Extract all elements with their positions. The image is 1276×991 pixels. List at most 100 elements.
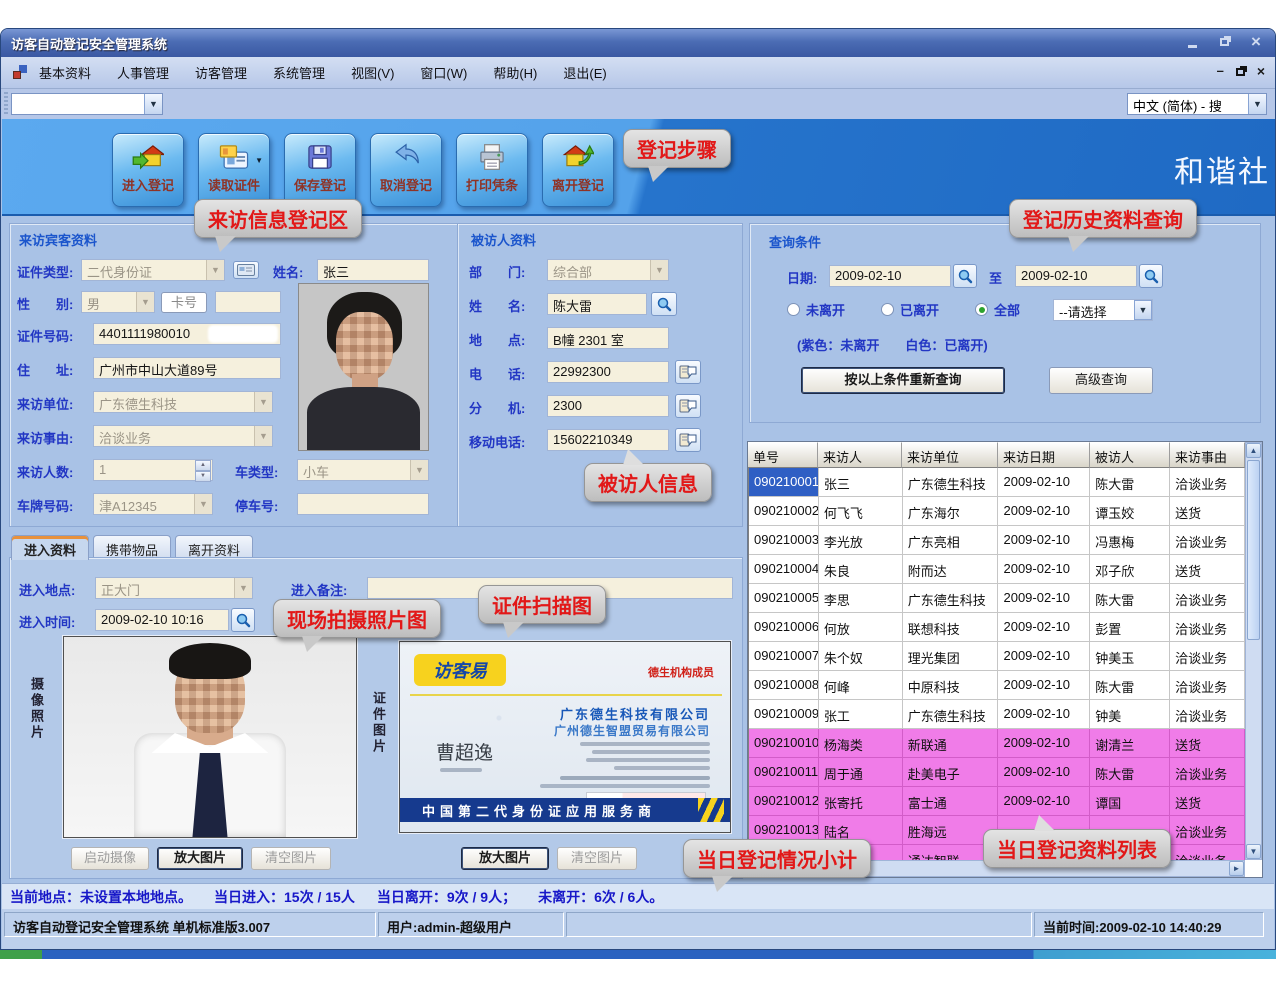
table-row[interactable]: 090210008何峰中原科技2009-02-10陈大雷洽谈业务 (749, 671, 1245, 700)
count-spinner[interactable]: ▲▼ (195, 460, 211, 480)
date-to-input[interactable]: 2009-02-10 (1015, 265, 1137, 287)
table-cell[interactable]: 赴美电子 (903, 758, 999, 787)
chevron-down-icon[interactable]: ▼ (234, 578, 252, 598)
table-cell[interactable]: 谢清兰 (1090, 729, 1170, 758)
visitor-name-input[interactable]: 张三 (317, 259, 429, 281)
table-cell[interactable]: 090210001 (749, 468, 819, 497)
parking-input[interactable] (297, 493, 429, 515)
phone-dial-button[interactable] (675, 360, 701, 384)
menu-item[interactable]: 访客管理 (195, 66, 247, 81)
table-cell[interactable]: 彭置 (1090, 613, 1170, 642)
tab-进入资料[interactable]: 进入资料 (11, 535, 89, 560)
radio-已离开[interactable]: 已离开 (881, 300, 939, 319)
table-cell[interactable]: 冯惠梅 (1090, 526, 1170, 555)
table-cell[interactable]: 2009-02-10 (998, 468, 1090, 497)
table-cell[interactable]: 张工 (819, 700, 903, 729)
minimize-button[interactable] (1181, 33, 1203, 51)
chevron-down-icon[interactable]: ▼ (206, 260, 224, 280)
table-cell[interactable]: 广东亮相 (903, 526, 999, 555)
ext-input[interactable]: 2300 (547, 395, 669, 417)
table-cell[interactable]: 联想科技 (903, 613, 999, 642)
table-cell[interactable]: 送货 (1170, 729, 1245, 758)
table-cell[interactable]: 2009-02-10 (998, 758, 1090, 787)
cert-type-select[interactable]: 二代身份证 ▼ (81, 259, 225, 281)
table-row[interactable]: 090210012张寄托富士通2009-02-10谭国送货 (749, 787, 1245, 816)
table-cell[interactable]: 张三 (819, 468, 903, 497)
table-cell[interactable]: 陈大雷 (1090, 758, 1170, 787)
table-cell[interactable]: 2009-02-10 (998, 613, 1090, 642)
vehicle-type-select[interactable]: 小车 ▼ (297, 459, 429, 481)
column-header-来访单位[interactable]: 来访单位 (902, 442, 998, 468)
toolbar-button-1[interactable]: 进入登记 (112, 133, 184, 207)
tab-离开资料[interactable]: 离开资料 (175, 535, 253, 558)
table-cell[interactable]: 2009-02-10 (998, 555, 1090, 584)
gender-select[interactable]: 男 ▼ (81, 291, 155, 313)
chevron-down-icon[interactable]: ▼ (194, 494, 212, 514)
advanced-query-button[interactable]: 高级查询 (1049, 367, 1153, 394)
visited-name-input[interactable]: 陈大雷 (547, 293, 647, 315)
table-cell[interactable]: 洽谈业务 (1170, 468, 1245, 497)
language-bar[interactable]: 中文 (简体) - 搜 ▼ (1127, 93, 1267, 115)
toolbar-button-6[interactable]: 离开登记 (542, 133, 614, 207)
table-cell[interactable]: 洽谈业务 (1170, 584, 1245, 613)
table-cell[interactable]: 洽谈业务 (1170, 671, 1245, 700)
toolbar-button-2[interactable]: ▼读取证件 (198, 133, 270, 207)
table-cell[interactable]: 洽谈业务 (1170, 613, 1245, 642)
card-number-button[interactable]: 卡号 (161, 292, 207, 313)
table-cell[interactable]: 2009-02-10 (998, 787, 1090, 816)
table-row[interactable]: 090210004朱良附而达2009-02-10邓子欣送货 (749, 555, 1245, 584)
table-cell[interactable]: 090210010 (749, 729, 819, 758)
table-cell[interactable]: 富士通 (903, 787, 999, 816)
table-cell[interactable]: 周于通 (819, 758, 903, 787)
entry-place-select[interactable]: 正大门 ▼ (95, 577, 253, 599)
entry-time-picker-button[interactable] (231, 608, 255, 632)
table-row[interactable]: 090210009张工广东德生科技2009-02-10钟美洽谈业务 (749, 700, 1245, 729)
table-cell[interactable]: 2009-02-10 (998, 729, 1090, 758)
chevron-down-icon[interactable]: ▼ (254, 392, 272, 412)
table-cell[interactable]: 中原科技 (903, 671, 999, 700)
table-cell[interactable]: 送货 (1170, 497, 1245, 526)
camera-button-1[interactable]: 启动摄像 (71, 847, 149, 870)
table-cell[interactable]: 2009-02-10 (998, 700, 1090, 729)
menu-item[interactable]: 帮助(H) (493, 66, 537, 81)
toolbar-button-5[interactable]: 打印凭条 (456, 133, 528, 207)
table-cell[interactable]: 钟美玉 (1090, 642, 1170, 671)
table-row[interactable]: 090210001张三广东德生科技2009-02-10陈大雷洽谈业务 (749, 468, 1245, 497)
table-cell[interactable]: 钟美 (1090, 700, 1170, 729)
card-reader-button[interactable] (233, 261, 259, 279)
ext-dial-button[interactable] (675, 394, 701, 418)
table-cell[interactable]: 陈大雷 (1090, 584, 1170, 613)
toolbar-button-3[interactable]: 保存登记 (284, 133, 356, 207)
scroll-up-icon[interactable]: ▲ (1246, 443, 1261, 458)
table-row[interactable]: 090210010杨海类新联通2009-02-10谢清兰送货 (749, 729, 1245, 758)
toolbar-grip[interactable] (4, 92, 8, 116)
radio-全部[interactable]: 全部 (975, 300, 1020, 319)
menu-item[interactable]: 窗口(W) (420, 66, 467, 81)
table-cell[interactable]: 洽谈业务 (1170, 816, 1245, 845)
camera-button-2[interactable]: 放大图片 (157, 847, 243, 870)
scroll-right-icon[interactable]: ► (1229, 861, 1244, 876)
visited-name-search-button[interactable] (651, 292, 677, 316)
menu-item[interactable]: 人事管理 (117, 66, 169, 81)
table-cell[interactable]: 送货 (1170, 555, 1245, 584)
dept-select[interactable]: 综合部 ▼ (547, 259, 669, 281)
menu-item[interactable]: 基本资料 (39, 66, 91, 81)
table-cell[interactable]: 陈大雷 (1090, 671, 1170, 700)
phone-input[interactable]: 22992300 (547, 361, 669, 383)
column-header-来访人[interactable]: 来访人 (818, 442, 902, 468)
table-row[interactable]: 090210002何飞飞广东海尔2009-02-10谭玉姣送货 (749, 497, 1245, 526)
mobile-input[interactable]: 15602210349 (547, 429, 669, 451)
table-cell[interactable]: 朱个奴 (819, 642, 903, 671)
table-row[interactable]: 090210005李思广东德生科技2009-02-10陈大雷洽谈业务 (749, 584, 1245, 613)
visit-reason-select[interactable]: 洽谈业务 ▼ (93, 425, 273, 447)
date-from-picker-button[interactable] (953, 264, 977, 288)
table-cell[interactable]: 090210005 (749, 584, 819, 613)
camera-button-3[interactable]: 清空图片 (251, 847, 331, 870)
date-from-input[interactable]: 2009-02-10 (829, 265, 951, 287)
table-cell[interactable]: 090210002 (749, 497, 819, 526)
cardimg-button-2[interactable]: 清空图片 (557, 847, 637, 870)
table-cell[interactable]: 送货 (1170, 787, 1245, 816)
table-cell[interactable]: 广东德生科技 (903, 584, 999, 613)
restore-button[interactable] (1213, 33, 1235, 51)
table-cell[interactable]: 张寄托 (819, 787, 903, 816)
